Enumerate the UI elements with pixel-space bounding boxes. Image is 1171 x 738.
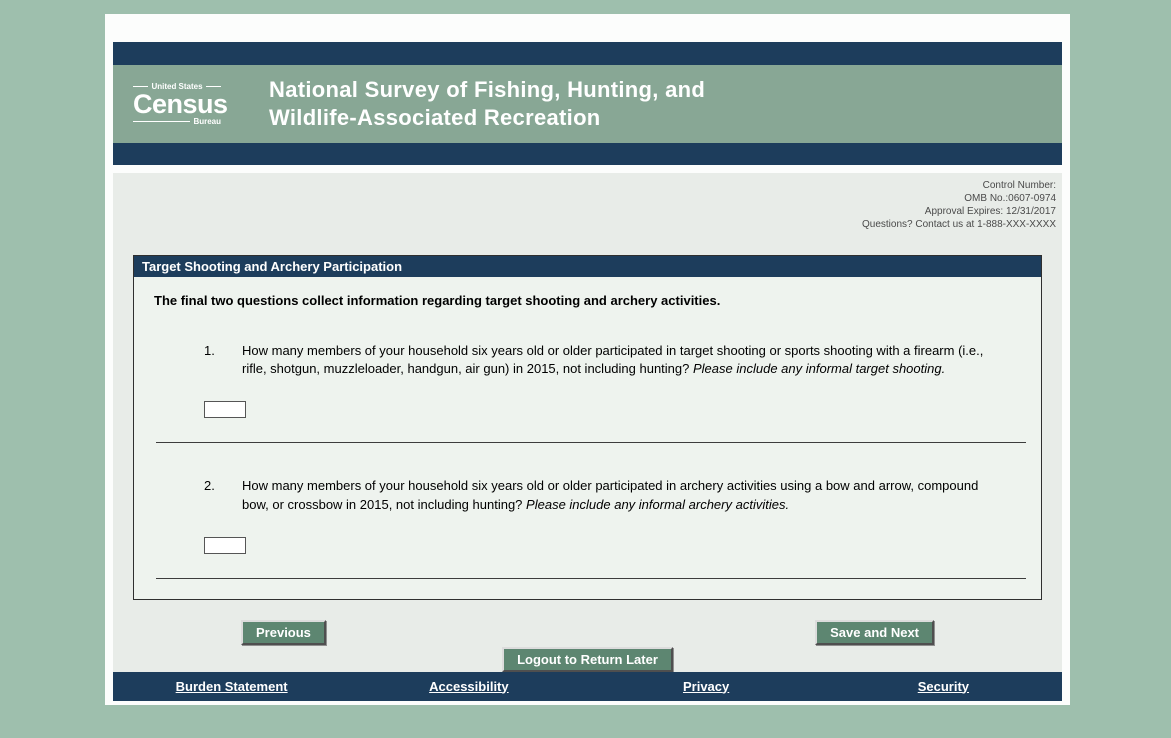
page-body: Control Number: OMB No.:0607-0974 Approv… (113, 173, 1062, 701)
mid-navy-bar (113, 143, 1062, 164)
top-navy-bar (113, 42, 1062, 65)
previous-button[interactable]: Previous (241, 620, 326, 645)
navigation-buttons-row: Previous Save and Next (113, 620, 1062, 645)
accessibility-link[interactable]: Accessibility (429, 679, 509, 694)
section-title-bar: Target Shooting and Archery Participatio… (134, 256, 1041, 277)
logo-rule-bottom (133, 121, 190, 122)
question-1-text: How many members of your household six y… (242, 342, 1005, 380)
burden-statement-link[interactable]: Burden Statement (176, 679, 288, 694)
survey-title: National Survey of Fishing, Hunting, and… (269, 76, 705, 132)
question-1: 1. How many members of your household si… (204, 342, 1005, 380)
survey-title-line2: Wildlife-Associated Recreation (269, 104, 705, 132)
footer-bar: Burden Statement Accessibility Privacy S… (113, 672, 1062, 701)
question-1-number: 1. (204, 342, 242, 380)
footer-cell: Privacy (588, 678, 825, 696)
control-number-label: Control Number: (113, 179, 1056, 192)
section-intro-text: The final two questions collect informat… (154, 293, 1011, 308)
logout-button-row: Logout to Return Later (113, 647, 1062, 672)
header-banner: United States Census Bureau National Sur… (113, 65, 1062, 143)
omb-number: OMB No.:0607-0974 (113, 192, 1056, 205)
question-1-answer-input[interactable] (204, 401, 246, 418)
question-2-number: 2. (204, 477, 242, 515)
question-section: Target Shooting and Archery Participatio… (133, 255, 1042, 600)
question-2-answer-input[interactable] (204, 537, 246, 554)
logo-bureau-text: Bureau (193, 117, 221, 126)
approval-expires: Approval Expires: 12/31/2017 (113, 205, 1056, 218)
question-divider (156, 442, 1026, 443)
footer-cell: Security (825, 678, 1062, 696)
question-divider (156, 578, 1026, 579)
question-1-italic-note: Please include any informal target shoot… (693, 361, 945, 376)
question-2-italic-note: Please include any informal archery acti… (526, 497, 789, 512)
census-bureau-logo: United States Census Bureau (133, 82, 221, 126)
footer-cell: Burden Statement (113, 678, 350, 696)
save-and-next-button[interactable]: Save and Next (815, 620, 934, 645)
logo-rule-right (206, 86, 221, 87)
logo-census-text: Census (133, 91, 221, 117)
privacy-link[interactable]: Privacy (683, 679, 729, 694)
logout-button[interactable]: Logout to Return Later (502, 647, 673, 672)
question-2-text: How many members of your household six y… (242, 477, 1005, 515)
logo-rule-left (133, 86, 148, 87)
page-container: United States Census Bureau National Sur… (105, 14, 1070, 705)
contact-info: Questions? Contact us at 1-888-XXX-XXXX (113, 218, 1056, 231)
survey-title-line1: National Survey of Fishing, Hunting, and (269, 76, 705, 104)
question-2: 2. How many members of your household si… (204, 477, 1005, 515)
omb-info-block: Control Number: OMB No.:0607-0974 Approv… (113, 173, 1062, 241)
footer-cell: Accessibility (350, 678, 587, 696)
security-link[interactable]: Security (918, 679, 969, 694)
